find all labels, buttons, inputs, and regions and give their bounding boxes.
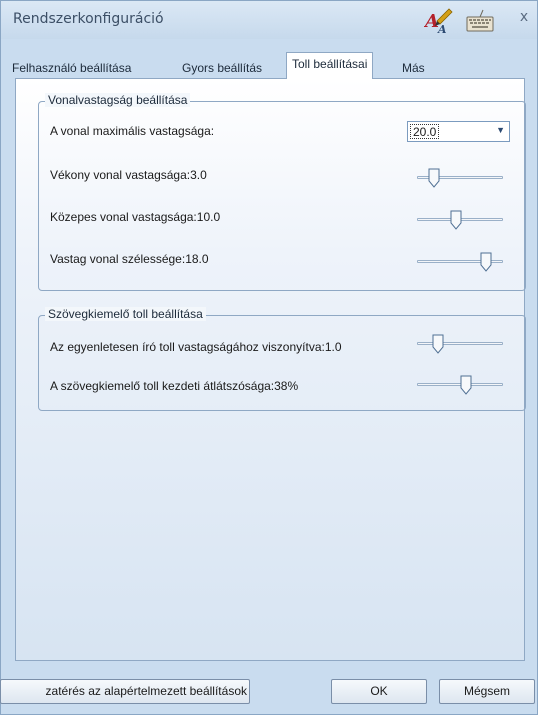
max-width-label: A vonal maximális vastagsága: <box>50 124 215 138</box>
slider-thumb[interactable] <box>480 252 492 272</box>
opacity-label: A szövegkiemelő toll kezdeti átlátszóság… <box>50 379 299 393</box>
max-width-dropdown[interactable]: 20.0 ▼ <box>407 121 510 142</box>
ratio-slider[interactable] <box>417 334 503 356</box>
title-bar: Rendszerkonfiguráció A A x <box>1 1 537 39</box>
slider-thumb[interactable] <box>450 210 462 230</box>
slider-thumb[interactable] <box>428 168 440 188</box>
line-width-group-title: Vonalvastagság beállítása <box>45 93 191 107</box>
opacity-slider[interactable] <box>417 375 503 397</box>
close-icon[interactable]: x <box>516 9 532 27</box>
thick-line-slider[interactable] <box>417 252 503 274</box>
tab-quick-settings[interactable]: Gyors beállítás <box>177 57 267 79</box>
tab-other[interactable]: Más <box>397 57 430 79</box>
slider-thumb[interactable] <box>460 375 472 395</box>
slider-thumb[interactable] <box>432 334 444 354</box>
tab-panel: Vonalvastagság beállítása A vonal maximá… <box>15 78 526 661</box>
thick-line-label: Vastag vonal szélessége:18.0 <box>50 252 209 266</box>
ok-button[interactable]: OK <box>331 679 427 704</box>
highlighter-group-title: Szövegkiemelő toll beállítása <box>45 307 206 321</box>
ratio-label: Az egyenletesen író toll vastagságához v… <box>50 340 342 354</box>
tab-pen-settings[interactable]: Toll beállításai <box>286 52 374 79</box>
line-width-group: Vonalvastagság beállítása A vonal maximá… <box>38 93 526 291</box>
handwriting-pen-icon[interactable]: A A <box>424 7 454 35</box>
medium-line-label: Közepes vonal vastagsága:10.0 <box>50 210 221 224</box>
chevron-down-icon[interactable]: ▼ <box>496 125 505 135</box>
keyboard-icon[interactable] <box>465 7 495 35</box>
max-width-value: 20.0 <box>410 124 440 139</box>
thin-line-slider[interactable] <box>417 168 503 190</box>
tab-strip: Felhasználó beállítása Gyors beállítás T… <box>7 51 533 79</box>
medium-line-slider[interactable] <box>417 210 503 232</box>
svg-text:A: A <box>424 11 439 32</box>
window-title: Rendszerkonfiguráció <box>13 11 164 27</box>
cancel-button[interactable]: Mégsem <box>439 679 535 704</box>
highlighter-group: Szövegkiemelő toll beállítása Az egyenle… <box>38 307 526 411</box>
config-window: Rendszerkonfiguráció A A x Felhasználó b… <box>0 0 538 715</box>
reset-defaults-button[interactable]: zatérés az alapértelmezett beállítások <box>0 679 250 704</box>
tab-user-settings[interactable]: Felhasználó beállítása <box>7 57 136 79</box>
svg-text:A: A <box>437 23 447 35</box>
thin-line-label: Vékony vonal vastagsága:3.0 <box>50 168 207 182</box>
slider-track <box>417 342 503 345</box>
